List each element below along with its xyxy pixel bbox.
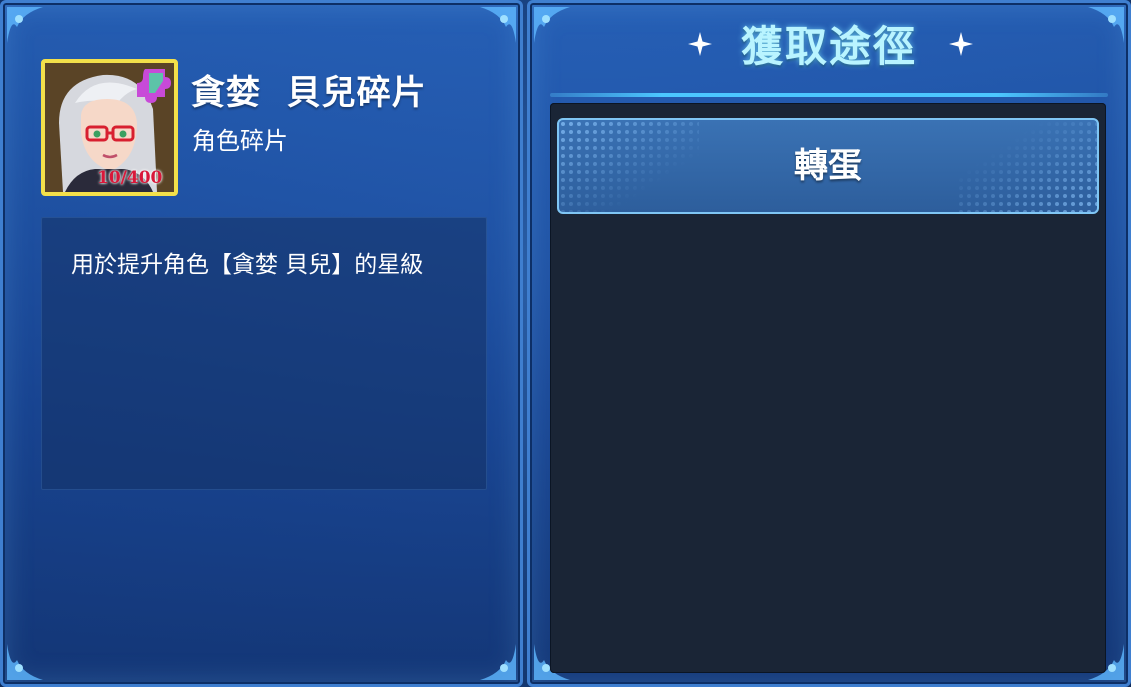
corner-ornament — [3, 3, 63, 63]
item-description: 用於提升角色【貪婪 貝兒】的星級 — [71, 252, 424, 278]
corner-ornament — [460, 3, 520, 63]
description-box: 用於提升角色【貪婪 貝兒】的星級 — [41, 217, 487, 490]
source-item-gacha[interactable]: 轉蛋 — [557, 118, 1099, 214]
source-list: 轉蛋 — [550, 103, 1106, 673]
title-divider — [550, 93, 1108, 97]
character-shard-icon: 10/400 — [41, 59, 178, 196]
acquisition-title: 獲取途徑 — [740, 22, 917, 71]
corner-ornament — [3, 624, 63, 684]
acquisition-panel: 獲取途徑 轉蛋 — [527, 0, 1131, 687]
shard-count: 10/400 — [97, 168, 163, 188]
item-info-panel: 10/400 貪婪 貝兒碎片 角色碎片 用於提升角色【貪婪 貝兒】的星級 — [0, 0, 523, 687]
item-name: 貪婪 貝兒碎片 — [191, 73, 427, 113]
item-type: 角色碎片 — [192, 127, 288, 155]
corner-ornament — [460, 624, 520, 684]
source-label: 轉蛋 — [794, 146, 862, 186]
